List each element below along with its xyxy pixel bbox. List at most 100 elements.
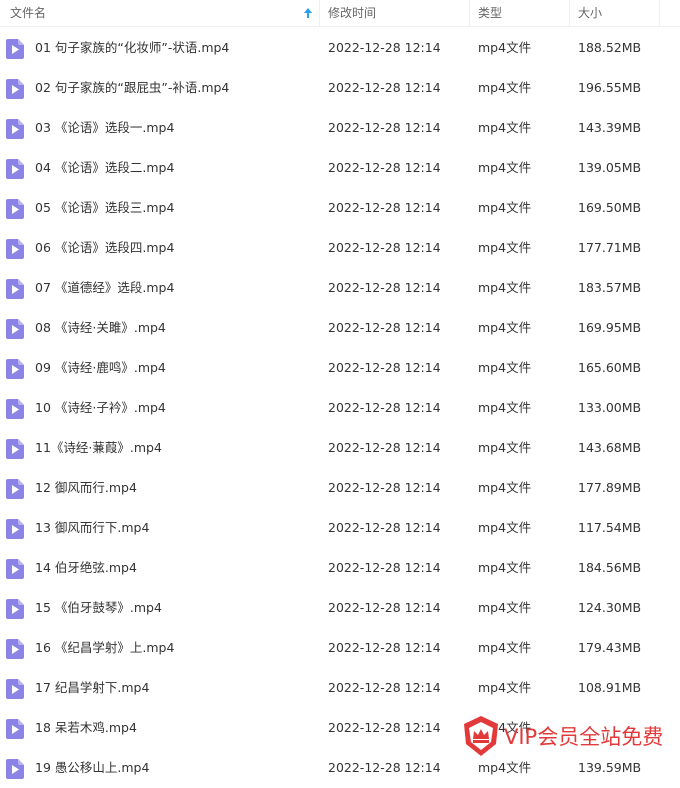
file-name[interactable]: 08 《诗经·关雎》.mp4 [35, 308, 166, 348]
file-name[interactable]: 17 纪昌学射下.mp4 [35, 668, 149, 708]
file-name[interactable]: 07 《道德经》选段.mp4 [35, 268, 174, 308]
video-file-icon [6, 239, 24, 259]
file-modified: 2022-12-28 12:14 [328, 80, 441, 95]
file-name[interactable]: 10 《诗经·子衿》.mp4 [35, 388, 166, 428]
file-type: mp4文件 [478, 160, 532, 175]
file-size: 165.60MB [578, 360, 642, 375]
file-type: mp4文件 [478, 400, 532, 415]
file-size: 177.71MB [578, 240, 642, 255]
header-divider[interactable] [659, 0, 660, 26]
file-row[interactable]: 03 《论语》选段一.mp4 2022-12-28 12:14 mp4文件 143.3… [0, 108, 680, 148]
file-size: 143.39MB [578, 120, 642, 135]
file-type: mp4文件 [478, 200, 532, 215]
file-row[interactable]: 04 《论语》选段二.mp4 2022-12-28 12:14 mp4文件 139.0… [0, 148, 680, 188]
file-name[interactable]: 12 御风而行.mp4 [35, 468, 137, 508]
header-name[interactable]: 文件名 [10, 0, 46, 26]
video-file-icon [6, 479, 24, 499]
video-file-icon [6, 439, 24, 459]
file-row[interactable]: 16 《纪昌学射》上.mp4 2022-12-28 12:14 mp4文件 179.4… [0, 628, 680, 668]
file-name[interactable]: 13 御风而行下.mp4 [35, 508, 149, 548]
arrow-up-icon[interactable] [303, 7, 313, 19]
file-row[interactable]: 02 句子家族的“跟屁虫”-补语.mp4 2022-12-28 12:14 mp4文… [0, 68, 680, 108]
file-row[interactable]: 15 《伯牙鼓琴》.mp4 2022-12-28 12:14 mp4文件 124.30… [0, 588, 680, 628]
file-size: 183.57MB [578, 280, 642, 295]
file-type: mp4文件 [478, 560, 532, 575]
file-modified: 2022-12-28 12:14 [328, 280, 441, 295]
header-type[interactable]: 类型 [478, 0, 502, 26]
file-row[interactable]: 07 《道德经》选段.mp4 2022-12-28 12:14 mp4文件 183.5… [0, 268, 680, 308]
file-name[interactable]: 02 句子家族的“跟屁虫”-补语.mp4 [35, 68, 229, 108]
video-file-icon [6, 399, 24, 419]
file-modified: 2022-12-28 12:14 [328, 320, 441, 335]
file-size: 188.52MB [578, 40, 642, 55]
header-date[interactable]: 修改时间 [328, 0, 376, 26]
file-row[interactable]: 17 纪昌学射下.mp4 2022-12-28 12:14 mp4文件 108.91M… [0, 668, 680, 708]
header-size[interactable]: 大小 [578, 0, 602, 26]
file-name[interactable]: 19 愚公移山上.mp4 [35, 748, 149, 788]
file-modified: 2022-12-28 12:14 [328, 240, 441, 255]
video-file-icon [6, 119, 24, 139]
file-name[interactable]: 15 《伯牙鼓琴》.mp4 [35, 588, 162, 628]
file-name[interactable]: 16 《纪昌学射》上.mp4 [35, 628, 174, 668]
video-file-icon [6, 519, 24, 539]
column-header: 文件名 修改时间 类型 大小 [0, 0, 680, 27]
video-file-icon [6, 39, 24, 59]
video-file-icon [6, 279, 24, 299]
file-row[interactable]: 06 《论语》选段四.mp4 2022-12-28 12:14 mp4文件 177.7… [0, 228, 680, 268]
header-divider[interactable] [569, 0, 570, 26]
file-modified: 2022-12-28 12:14 [328, 40, 441, 55]
file-size: 139.05MB [578, 160, 642, 175]
header-divider[interactable] [319, 0, 320, 26]
file-size: 108.91MB [578, 680, 642, 695]
file-modified: 2022-12-28 12:14 [328, 360, 441, 375]
file-size: 196.55MB [578, 80, 642, 95]
file-row[interactable]: 12 御风而行.mp4 2022-12-28 12:14 mp4文件 177.89MB [0, 468, 680, 508]
file-name[interactable]: 09 《诗经·鹿鸣》.mp4 [35, 348, 166, 388]
video-file-icon [6, 639, 24, 659]
file-row[interactable]: 10 《诗经·子衿》.mp4 2022-12-28 12:14 mp4文件 133.0… [0, 388, 680, 428]
file-size: 179.43MB [578, 640, 642, 655]
file-size: 117.54MB [578, 520, 642, 535]
file-type: mp4文件 [478, 280, 532, 295]
video-file-icon [6, 199, 24, 219]
file-modified: 2022-12-28 12:14 [328, 760, 441, 775]
file-size: 184.56MB [578, 560, 642, 575]
video-file-icon [6, 759, 24, 779]
file-type: mp4文件 [478, 320, 532, 335]
file-type: mp4文件 [478, 80, 532, 95]
file-name[interactable]: 03 《论语》选段一.mp4 [35, 108, 174, 148]
file-type: mp4文件 [478, 600, 532, 615]
file-type: mp4文件 [478, 480, 532, 495]
file-row[interactable]: 01 句子家族的“化妆师”-状语.mp4 2022-12-28 12:14 mp4文… [0, 28, 680, 68]
header-divider[interactable] [469, 0, 470, 26]
video-file-icon [6, 719, 24, 739]
file-name[interactable]: 06 《论语》选段四.mp4 [35, 228, 174, 268]
file-modified: 2022-12-28 12:14 [328, 160, 441, 175]
file-row[interactable]: 13 御风而行下.mp4 2022-12-28 12:14 mp4文件 117.54M… [0, 508, 680, 548]
file-type: mp4文件 [478, 640, 532, 655]
file-name[interactable]: 18 呆若木鸡.mp4 [35, 708, 137, 748]
file-modified: 2022-12-28 12:14 [328, 440, 441, 455]
video-file-icon [6, 679, 24, 699]
file-modified: 2022-12-28 12:14 [328, 600, 441, 615]
file-modified: 2022-12-28 12:14 [328, 200, 441, 215]
video-file-icon [6, 359, 24, 379]
file-name[interactable]: 11《诗经·蒹葭》.mp4 [35, 428, 162, 468]
file-name[interactable]: 05 《论语》选段三.mp4 [35, 188, 174, 228]
file-row[interactable]: 09 《诗经·鹿鸣》.mp4 2022-12-28 12:14 mp4文件 165.6… [0, 348, 680, 388]
file-name[interactable]: 14 伯牙绝弦.mp4 [35, 548, 137, 588]
vip-text: VIP会员全站免费 [504, 725, 664, 749]
file-size: 133.00MB [578, 400, 642, 415]
file-row[interactable]: 05 《论语》选段三.mp4 2022-12-28 12:14 mp4文件 169.5… [0, 188, 680, 228]
file-size: 177.89MB [578, 480, 642, 495]
video-file-icon [6, 599, 24, 619]
vip-watermark: VIP会员全站免费 [460, 714, 675, 764]
file-row[interactable]: 11《诗经·蒹葭》.mp4 2022-12-28 12:14 mp4文件 143.68… [0, 428, 680, 468]
file-type: mp4文件 [478, 520, 532, 535]
file-row[interactable]: 14 伯牙绝弦.mp4 2022-12-28 12:14 mp4文件 184.56MB [0, 548, 680, 588]
file-row[interactable]: 08 《诗经·关雎》.mp4 2022-12-28 12:14 mp4文件 169.9… [0, 308, 680, 348]
file-name[interactable]: 01 句子家族的“化妆师”-状语.mp4 [35, 28, 229, 68]
file-name[interactable]: 04 《论语》选段二.mp4 [35, 148, 174, 188]
video-file-icon [6, 559, 24, 579]
file-modified: 2022-12-28 12:14 [328, 520, 441, 535]
